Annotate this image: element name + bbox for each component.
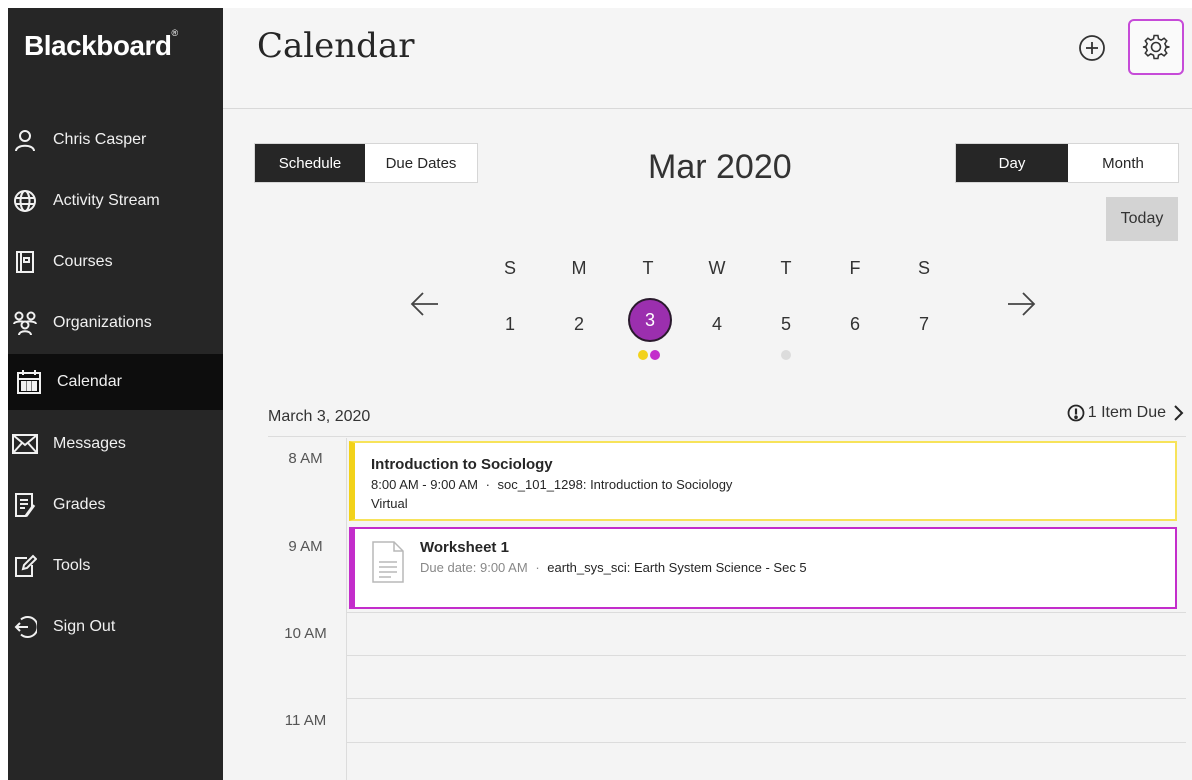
time-label: 8 AM xyxy=(288,450,323,467)
day-header: March 3, 2020 1 Item Due xyxy=(268,404,1186,437)
day-number: 2 xyxy=(573,314,584,334)
event-title: Introduction to Sociology xyxy=(371,456,553,473)
app-frame: Blackboard® Chris Casper Activity Stream… xyxy=(8,8,1192,780)
sidebar-item-label: Calendar xyxy=(57,373,122,390)
day-number: 1 xyxy=(504,314,515,334)
sidebar: Blackboard® Chris Casper Activity Stream… xyxy=(8,8,223,780)
sidebar-item-label: Messages xyxy=(53,435,126,452)
envelope-icon xyxy=(12,431,38,457)
event-location: Virtual xyxy=(371,496,408,511)
day-letter: T xyxy=(780,258,792,278)
sidebar-item-messages[interactable]: Messages xyxy=(8,416,223,472)
event-meta: Due date: 9:00 AM · earth_sys_sci: Earth… xyxy=(420,560,807,575)
tab-due-dates[interactable]: Due Dates xyxy=(365,144,477,182)
arrow-left-icon xyxy=(410,292,438,316)
time-label: 11 AM xyxy=(284,712,327,729)
next-week-button[interactable] xyxy=(1006,292,1036,321)
document-icon xyxy=(371,540,405,589)
event-indicator-dot xyxy=(781,350,791,360)
add-event-button[interactable] xyxy=(1078,34,1106,62)
sidebar-item-sign-out[interactable]: Sign Out xyxy=(8,599,223,655)
plus-circle-icon xyxy=(1079,35,1105,61)
sidebar-item-label: Chris Casper xyxy=(53,131,147,148)
day-letter: T xyxy=(642,258,654,278)
tab-schedule[interactable]: Schedule xyxy=(255,144,365,182)
time-label: 9 AM xyxy=(288,538,323,555)
event-title: Worksheet 1 xyxy=(420,539,509,556)
meta-separator: · xyxy=(535,560,540,575)
sidebar-item-calendar[interactable]: Calendar xyxy=(8,354,223,410)
day-number: 4 xyxy=(711,314,722,334)
selected-date: March 3, 2020 xyxy=(268,408,371,425)
range-toggle: Day Month xyxy=(955,143,1179,183)
sidebar-item-profile[interactable]: Chris Casper xyxy=(8,112,223,168)
sidebar-item-label: Activity Stream xyxy=(53,192,160,209)
sign-out-icon xyxy=(12,614,38,640)
alert-icon xyxy=(1067,404,1085,422)
day-letter: M xyxy=(571,258,587,278)
main-content: Calendar Schedule Due Dates Mar 2020 Day… xyxy=(223,8,1192,780)
tab-month[interactable]: Month xyxy=(1068,144,1178,182)
items-due-link[interactable]: 1 Item Due xyxy=(1067,404,1186,422)
calendar-icon xyxy=(16,369,42,395)
day-number: 6 xyxy=(849,314,860,334)
day-number-selected: 3 xyxy=(628,298,672,342)
day-number: 5 xyxy=(780,314,791,334)
day-letter: S xyxy=(917,258,930,278)
event-indicator-dot xyxy=(638,350,648,360)
tab-day[interactable]: Day xyxy=(956,144,1068,182)
timeline-divider xyxy=(346,438,347,780)
half-hour-gridline xyxy=(346,655,1186,656)
user-icon xyxy=(12,127,38,153)
month-title: Mar 2020 xyxy=(648,148,792,186)
globe-icon xyxy=(12,188,38,214)
event-card-worksheet[interactable]: Worksheet 1 Due date: 9:00 AM · earth_sy… xyxy=(349,527,1177,609)
sidebar-item-activity-stream[interactable]: Activity Stream xyxy=(8,173,223,229)
event-indicator-dot xyxy=(650,350,660,360)
sidebar-item-tools[interactable]: Tools xyxy=(8,538,223,594)
sidebar-item-label: Grades xyxy=(53,496,106,513)
meta-separator: · xyxy=(485,477,490,492)
brand-logo[interactable]: Blackboard® xyxy=(24,28,178,62)
hour-gridline xyxy=(346,698,1186,699)
event-due-date: Due date: 9:00 AM xyxy=(420,560,528,575)
time-label: 10 AM xyxy=(284,625,327,642)
day-letter: F xyxy=(849,258,861,278)
day-number: 7 xyxy=(918,314,929,334)
chevron-right-icon xyxy=(1174,405,1184,421)
event-course: soc_101_1298: Introduction to Sociology xyxy=(497,477,733,492)
organizations-icon xyxy=(12,310,38,336)
courses-icon xyxy=(12,249,38,275)
sidebar-item-label: Tools xyxy=(53,557,91,574)
hour-gridline xyxy=(346,612,1186,613)
day-letter: S xyxy=(503,258,516,278)
today-button[interactable]: Today xyxy=(1106,197,1178,241)
sidebar-item-organizations[interactable]: Organizations xyxy=(8,295,223,351)
day-letter: W xyxy=(708,258,726,278)
event-card-sociology[interactable]: Introduction to Sociology 8:00 AM - 9:00… xyxy=(349,441,1177,521)
previous-week-button[interactable] xyxy=(410,292,440,321)
sidebar-item-label: Sign Out xyxy=(53,618,116,635)
half-hour-gridline xyxy=(346,742,1186,743)
sidebar-item-label: Organizations xyxy=(53,314,152,331)
arrow-right-icon xyxy=(1008,292,1036,316)
items-due-label: 1 Item Due xyxy=(1087,404,1166,421)
sidebar-item-courses[interactable]: Courses xyxy=(8,234,223,290)
sidebar-item-label: Courses xyxy=(53,253,113,270)
settings-button[interactable] xyxy=(1128,19,1184,75)
event-course: earth_sys_sci: Earth System Science - Se… xyxy=(547,560,807,575)
event-time: 8:00 AM - 9:00 AM xyxy=(371,477,478,492)
page-header: Calendar xyxy=(223,8,1192,109)
page-title: Calendar xyxy=(257,26,415,66)
gear-icon xyxy=(1142,34,1170,60)
event-meta: 8:00 AM - 9:00 AM · soc_101_1298: Introd… xyxy=(371,477,732,492)
tools-icon xyxy=(12,553,38,579)
view-toggle: Schedule Due Dates xyxy=(254,143,478,183)
sidebar-item-grades[interactable]: Grades xyxy=(8,477,223,533)
grades-icon xyxy=(12,492,38,518)
